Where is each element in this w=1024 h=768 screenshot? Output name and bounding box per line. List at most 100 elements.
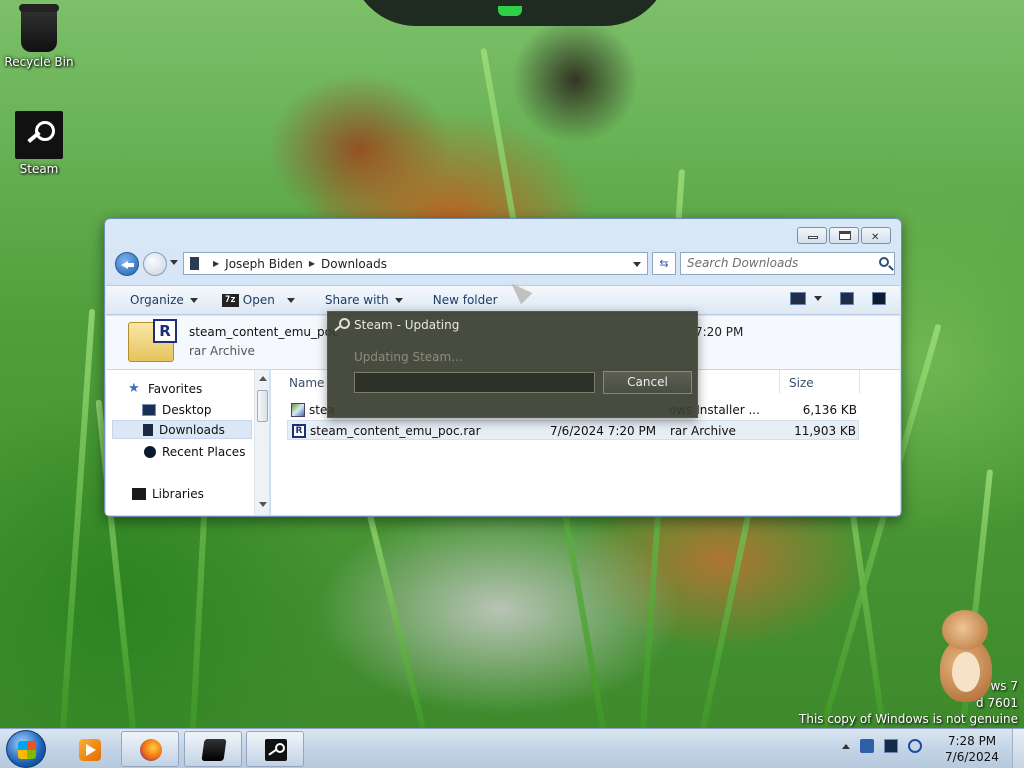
taskbar-app-media-player[interactable] [60, 731, 118, 767]
nav-downloads-label: Downloads [159, 422, 225, 437]
column-divider[interactable] [859, 370, 860, 394]
taskbar-clock[interactable]: 7:28 PM 7/6/2024 [936, 733, 1008, 765]
address-bar[interactable]: ▶ Joseph Biden ▶ Downloads [183, 252, 648, 275]
recent-pages-dropdown[interactable] [170, 260, 178, 265]
nav-desktop-label: Desktop [162, 402, 212, 417]
show-hidden-icons-icon[interactable] [842, 743, 850, 749]
show-desktop-button[interactable] [1012, 729, 1024, 768]
refresh-icon: ⇆ [659, 257, 669, 270]
refresh-button[interactable]: ⇆ [652, 252, 676, 275]
nav-downloads[interactable]: Downloads [112, 420, 252, 439]
help-icon[interactable] [872, 292, 886, 305]
minimize-icon [808, 236, 818, 239]
organize-button[interactable]: Organize [106, 293, 210, 307]
chevron-down-icon [394, 297, 403, 303]
share-with-label: Share with [324, 293, 389, 307]
file-size: 6,136 KB [802, 403, 857, 417]
column-header-name[interactable]: Name [289, 376, 324, 390]
rar-icon: R [292, 424, 306, 438]
firefox-icon [140, 739, 162, 761]
nav-favorites[interactable]: ★ Favorites [128, 379, 268, 398]
preview-pane-icon[interactable] [840, 292, 854, 305]
scroll-up-icon[interactable] [259, 376, 267, 381]
maximize-button[interactable] [829, 227, 859, 244]
nav-desktop[interactable]: Desktop [142, 400, 269, 419]
gadget-indicator-icon [498, 6, 522, 16]
search-input[interactable]: Search Downloads [680, 252, 895, 275]
file-type: rar Archive [670, 424, 736, 438]
taskbar-app-box[interactable] [184, 731, 242, 767]
steam-logo-icon [334, 318, 350, 332]
cancel-button[interactable]: Cancel [603, 371, 692, 394]
taskbar: 7:28 PM 7/6/2024 [0, 728, 1024, 768]
system-tray [842, 739, 922, 753]
maximize-icon [839, 231, 851, 240]
file-name: steam_content_emu_poc.rar [310, 424, 481, 438]
file-size: 11,903 KB [794, 424, 856, 438]
breadcrumb-user[interactable]: Joseph Biden [225, 257, 303, 271]
taskbar-app-steam[interactable] [246, 731, 304, 767]
navigation-pane: ★ Favorites Desktop Downloads Recent Plac… [106, 370, 270, 515]
column-header-size[interactable]: Size [789, 376, 814, 390]
watermark-line-1: ws 7 [990, 679, 1018, 693]
recent-places-icon [144, 445, 156, 458]
desktop-icon-label: Recycle Bin [4, 55, 74, 69]
back-button[interactable] [115, 252, 139, 276]
chevron-down-icon [286, 297, 295, 303]
new-folder-button[interactable]: New folder [415, 293, 510, 307]
top-gadget-bar [350, 0, 670, 26]
steam-updating-dialog: Steam - Updating Updating Steam... Cance… [327, 311, 698, 418]
installer-icon [291, 403, 305, 417]
desktop-icon-recycle-bin[interactable]: Recycle Bin [1, 4, 77, 69]
dialog-title: Steam - Updating [354, 318, 460, 332]
desktop-icon-label: Steam [19, 162, 59, 176]
file-row[interactable]: R steam_content_emu_poc.rar 7/6/2024 7:2… [287, 420, 859, 440]
details-file-date: 7:20 PM [695, 325, 744, 339]
taskbar-app-firefox[interactable] [121, 731, 179, 767]
change-view-icon[interactable] [790, 292, 806, 305]
libraries-icon [132, 487, 146, 500]
volume-icon[interactable] [908, 739, 922, 753]
forward-button[interactable] [143, 252, 167, 276]
navigation-bar: ▶ Joseph Biden ▶ Downloads ⇆ Search Down… [113, 251, 895, 277]
file-date: 7/6/2024 7:20 PM [550, 424, 657, 438]
rar-archive-icon: R [128, 319, 177, 362]
scroll-down-icon[interactable] [259, 502, 267, 507]
details-file-name: steam_content_emu_poc [189, 325, 339, 339]
organize-label: Organize [130, 293, 184, 307]
chevron-right-icon[interactable]: ▶ [213, 259, 219, 268]
media-player-icon [79, 739, 101, 761]
nav-recent-places[interactable]: Recent Places [144, 442, 269, 461]
chevron-right-icon[interactable]: ▶ [309, 259, 315, 268]
navigation-scrollbar[interactable] [254, 370, 269, 515]
hamster-head [942, 610, 988, 650]
share-with-button[interactable]: Share with [307, 293, 415, 307]
address-dropdown-icon[interactable] [633, 262, 641, 267]
network-icon[interactable] [884, 739, 898, 753]
steam-icon [265, 739, 287, 761]
minimize-button[interactable] [797, 227, 827, 244]
windows-logo-icon [18, 741, 36, 759]
desktop-icon-steam[interactable]: Steam [1, 111, 77, 176]
desktop-icon [142, 403, 156, 416]
column-divider[interactable] [779, 370, 780, 394]
hamster-belly [952, 652, 980, 692]
open-label: Open [242, 293, 275, 307]
window-controls: ✕ [797, 227, 891, 244]
start-button[interactable] [6, 730, 46, 768]
clock-time: 7:28 PM [947, 734, 997, 748]
chevron-down-icon[interactable] [814, 296, 822, 301]
close-button[interactable]: ✕ [861, 227, 891, 244]
breadcrumb-downloads[interactable]: Downloads [321, 257, 387, 271]
nav-libraries[interactable]: Libraries [132, 484, 269, 503]
bluetooth-icon[interactable] [860, 739, 874, 753]
search-placeholder: Search Downloads [687, 256, 799, 270]
search-icon[interactable] [879, 257, 889, 267]
new-folder-label: New folder [432, 293, 498, 307]
folder-icon [190, 257, 199, 270]
chevron-down-icon [189, 297, 198, 303]
watermark-line-2: d 7601 [976, 696, 1018, 710]
steam-icon [15, 111, 63, 159]
scroll-thumb[interactable] [257, 390, 268, 422]
open-button[interactable]: 7z Open [210, 293, 307, 307]
